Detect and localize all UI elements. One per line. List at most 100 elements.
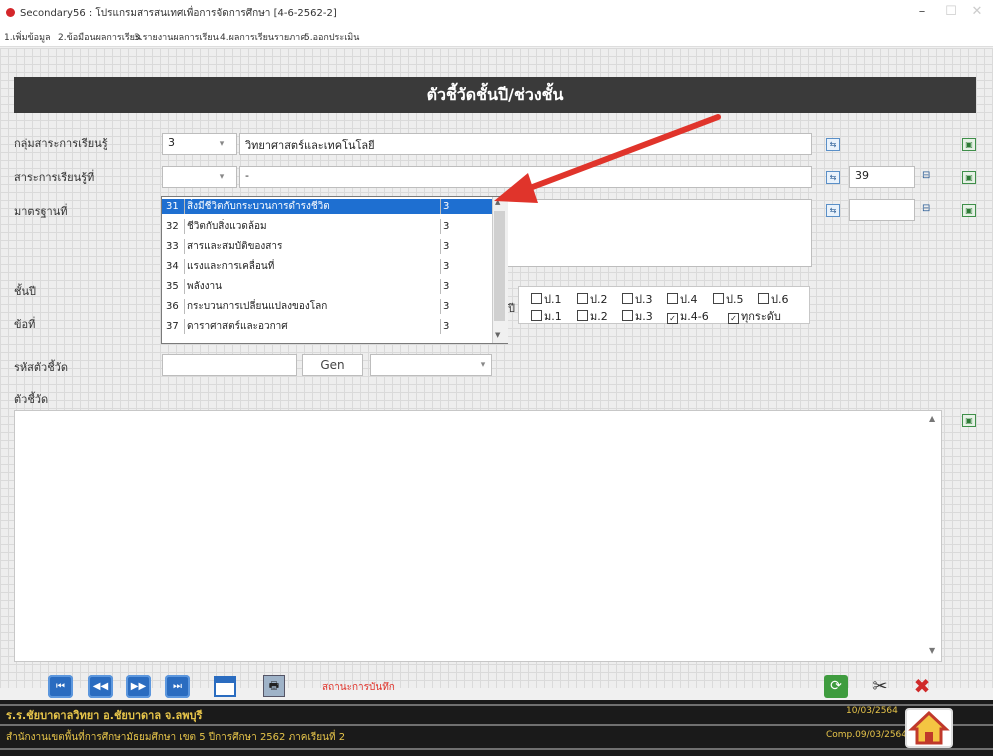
- option-name: พลังงาน: [184, 279, 440, 294]
- checkbox-label: ป.3: [635, 293, 653, 306]
- scroll-up-icon[interactable]: ▲: [929, 414, 935, 423]
- current-date: 10/03/2564: [846, 706, 898, 716]
- dropdown-option[interactable]: 33 สารและสมบัติของสาร 3: [162, 239, 492, 254]
- option-name: กระบวนการเปลี่ยนแปลงของโลก: [184, 299, 440, 314]
- save-icon[interactable]: ▣: [962, 414, 976, 427]
- lookup-icon[interactable]: ⇆: [826, 204, 840, 217]
- gen-button[interactable]: Gen: [302, 354, 363, 376]
- footer-bar: ร.ร.ชัยบาดาลวิทยา อ.ชัยบาดาล จ.ลพบุรี สำ…: [0, 700, 993, 756]
- indicator-code-field[interactable]: [162, 354, 297, 376]
- option-group: 3: [440, 279, 449, 294]
- option-number: 33: [166, 241, 179, 252]
- dropdown-option[interactable]: 32 ชีวิตกับสิ่งแวดล้อม 3: [162, 219, 492, 234]
- delete-icon[interactable]: ✖: [910, 675, 934, 698]
- save-icon[interactable]: ▣: [962, 204, 976, 217]
- checkbox-icon: [622, 293, 633, 304]
- checkbox-label: ม.3: [635, 310, 653, 323]
- level-word-label: ปี: [508, 302, 515, 315]
- chevron-down-icon[interactable]: ▾: [213, 167, 231, 187]
- checkbox-icon: [667, 293, 678, 304]
- menu-item-grade-report[interactable]: 3.รายงานผลการเรียน: [134, 30, 219, 44]
- save-status-text: สถานะการบันทึก: [322, 682, 395, 693]
- last-record-button[interactable]: ⏭: [165, 675, 190, 698]
- option-group: 3: [440, 239, 449, 254]
- strand-dropdown-list[interactable]: 31 สิ่งมีชีวิตกับกระบวนการดำรงชีวิต 3 32 ชีว…: [161, 196, 508, 344]
- key-icon[interactable]: ⊟: [922, 203, 930, 214]
- checkbox-icon: [622, 310, 633, 321]
- annotation-arrow-icon: [494, 114, 721, 203]
- grade-checkbox[interactable]: ป.4: [667, 290, 697, 308]
- refresh-icon[interactable]: ⟳: [824, 675, 848, 698]
- checkbox-label: ม.1: [544, 310, 562, 323]
- group-label: กลุ่มสาระการเรียนรู้: [14, 137, 108, 150]
- save-icon[interactable]: ▣: [962, 171, 976, 184]
- dropdown-scroll-thumb[interactable]: [494, 211, 505, 321]
- close-window-button[interactable]: ✕: [966, 3, 988, 21]
- first-record-button[interactable]: ⏮: [48, 675, 73, 698]
- footer-stripe: [0, 724, 993, 726]
- key-icon[interactable]: ⊟: [922, 170, 930, 181]
- grade-checkbox[interactable]: ✓ ม.4-6: [667, 307, 709, 325]
- dropdown-option[interactable]: 31 สิ่งมีชีวิตกับกระบวนการดำรงชีวิต 3: [162, 199, 492, 214]
- checkbox-label: ป.2: [590, 293, 608, 306]
- checkbox-icon: [577, 310, 588, 321]
- scroll-down-icon[interactable]: ▼: [929, 646, 935, 655]
- next-record-button[interactable]: ▶▶: [126, 675, 151, 698]
- menu-bar: 1.เพิ่มข้อมูล 2.ข้อมือนผลการเรียน 3.รายง…: [0, 26, 993, 47]
- window-title: Secondary56 : โปรแกรมสารสนเทศเพื่อการจัด…: [20, 8, 337, 19]
- grid-view-icon[interactable]: [214, 676, 236, 697]
- grade-checkbox[interactable]: ม.2: [577, 307, 608, 325]
- grade-checkbox[interactable]: ม.1: [531, 307, 562, 325]
- save-icon[interactable]: ▣: [962, 138, 976, 151]
- chevron-down-icon[interactable]: ▾: [213, 134, 231, 154]
- dropdown-option[interactable]: 35 พลังงาน 3: [162, 279, 492, 294]
- cut-icon[interactable]: ✂: [868, 675, 892, 698]
- grade-checkbox[interactable]: ป.3: [622, 290, 652, 308]
- strand-label: สาระการเรียนรู้ที่: [14, 171, 95, 184]
- option-number: 34: [166, 261, 179, 272]
- footer-stripe: [0, 748, 993, 750]
- maximize-button[interactable]: ☐: [940, 3, 962, 21]
- checkbox-icon: ✓: [728, 313, 739, 324]
- lookup-icon[interactable]: ⇆: [826, 138, 840, 151]
- print-icon[interactable]: 🖶: [263, 675, 285, 697]
- checkbox-label: ป.6: [771, 293, 789, 306]
- grade-checkbox[interactable]: ม.3: [622, 307, 653, 325]
- app-icon: [6, 8, 15, 17]
- standard-count-field[interactable]: [849, 199, 915, 221]
- grade-checkbox[interactable]: ป.1: [531, 290, 561, 308]
- option-name: สารและสมบัติของสาร: [184, 239, 440, 254]
- menu-item-import-grades[interactable]: 2.ข้อมือนผลการเรียน: [58, 30, 141, 44]
- lookup-icon[interactable]: ⇆: [826, 171, 840, 184]
- checkbox-icon: ✓: [667, 313, 678, 324]
- indicator-textarea[interactable]: [14, 410, 942, 662]
- menu-item-term-grades[interactable]: 4.ผลการเรียนรายภาค: [220, 30, 306, 44]
- menu-item-add-data[interactable]: 1.เพิ่มข้อมูล: [4, 30, 51, 44]
- grade-checkbox[interactable]: ✓ ทุกระดับ: [728, 307, 781, 325]
- option-number: 31: [166, 201, 179, 212]
- chevron-down-icon[interactable]: ▾: [474, 355, 492, 375]
- minimize-button[interactable]: –: [911, 3, 933, 21]
- dropdown-option[interactable]: 36 กระบวนการเปลี่ยนแปลงของโลก 3: [162, 299, 492, 314]
- dropdown-option[interactable]: 37 ดาราศาสตร์และอวกาศ 3: [162, 319, 492, 334]
- option-number: 36: [166, 301, 179, 312]
- grade-checkbox[interactable]: ป.6: [758, 290, 788, 308]
- option-name: ดาราศาสตร์และอวกาศ: [184, 319, 440, 334]
- office-info: สำนักงานเขตพื้นที่การศึกษามัธยมศึกษา เขต…: [6, 732, 346, 743]
- home-icon: [908, 710, 950, 745]
- indicator-code-label: รหัสตัวชี้วัด: [14, 361, 68, 374]
- strand-count-field[interactable]: 39: [849, 166, 915, 188]
- group-code-value: 3: [168, 136, 175, 149]
- checkbox-label: ป.5: [726, 293, 744, 306]
- prev-record-button[interactable]: ◀◀: [88, 675, 113, 698]
- checkbox-icon: [713, 293, 724, 304]
- option-group: 3: [440, 319, 449, 334]
- option-name: ชีวิตกับสิ่งแวดล้อม: [184, 219, 440, 234]
- scroll-down-icon[interactable]: ▼: [495, 331, 500, 339]
- grade-checkbox[interactable]: ป.2: [577, 290, 607, 308]
- grade-checkbox[interactable]: ป.5: [713, 290, 743, 308]
- dropdown-option[interactable]: 34 แรงและการเคลื่อนที่ 3: [162, 259, 492, 274]
- menu-item-evaluation[interactable]: 5.ออกประเมิน: [304, 30, 359, 44]
- home-button[interactable]: [905, 708, 953, 748]
- grade-label: ชั้นปี: [14, 285, 36, 298]
